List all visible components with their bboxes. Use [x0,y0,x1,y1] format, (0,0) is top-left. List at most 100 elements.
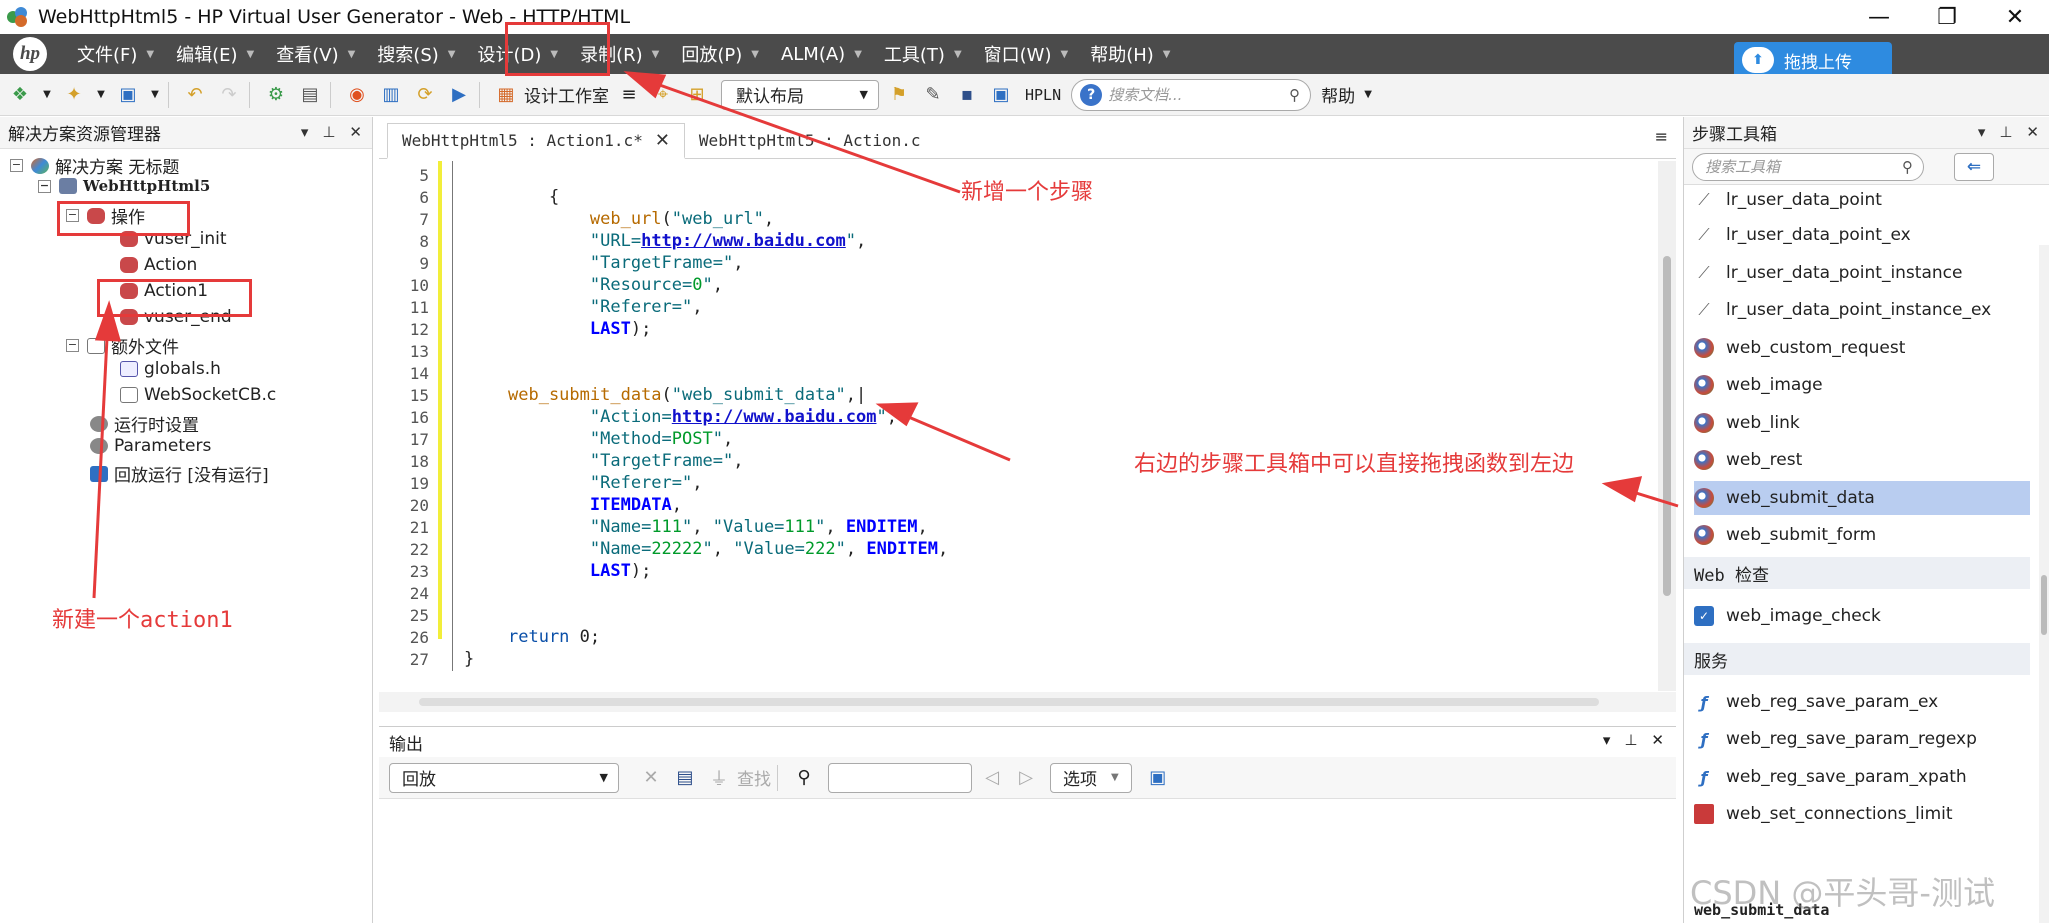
close-icon[interactable]: ✕ [349,123,362,141]
tree-solution[interactable]: − 解决方案 无标题 [10,153,179,178]
menu-edit[interactable]: 编辑(E) ▼ [176,41,254,67]
panel-menu-icon[interactable]: ▾ [1978,123,1986,141]
line-number: 26 [409,627,429,647]
close-icon[interactable]: ✕ [1651,731,1664,749]
search-icon[interactable]: ⚲ [790,764,818,792]
pin-icon[interactable]: ⊥ [1624,731,1637,749]
toolbox-search-input[interactable]: 搜索工具箱 ⚲ [1692,152,1924,181]
compile-icon[interactable]: ⚙ [262,81,290,109]
folder-icon [87,337,105,354]
step-web-set-connections-limit[interactable]: web_set_connections_limit [1694,797,2030,831]
step-web-rest[interactable]: web_rest [1694,443,2030,477]
tab-action1[interactable]: WebHttpHtml5 : Action1.c* ✕ [387,123,685,159]
find-button[interactable]: 查找 [737,765,771,790]
redo-icon[interactable]: ↷ [215,81,243,109]
chevron-down-icon: ▼ [1111,772,1119,783]
save-icon[interactable]: ▣ [114,81,142,109]
menu-tools[interactable]: 工具(T) ▼ [884,41,962,67]
editor-vertical-scrollbar[interactable] [1658,161,1676,691]
hpln-button[interactable]: HPLN [1025,86,1061,104]
transaction-icon[interactable]: ⌖ [649,81,677,109]
pen-icon[interactable]: ✎ [919,81,947,109]
tree-project[interactable]: − WebHttpHtml5 [38,177,210,195]
clear-icon[interactable]: ✕ [637,764,665,792]
replay-icon[interactable]: ▶ [445,81,473,109]
correlate-icon[interactable]: ⟳ [411,81,439,109]
tree-parameters[interactable]: Parameters [90,436,211,456]
output-search-input[interactable] [828,762,972,793]
step-lr-user-data-point-instance[interactable]: ⟋ lr_user_data_point_instance [1694,256,2030,290]
options-button[interactable]: 选项 ▼ [1050,762,1132,793]
align-icon[interactable]: ≡ [615,81,643,109]
code-area[interactable]: 5 6 { 7 web_url("web_url", 8 "URL=http:/… [379,161,1676,691]
tab-action[interactable]: WebHttpHtml5 : Action.c [685,122,935,158]
output-source-select[interactable]: 回放 ▼ [389,762,619,793]
layout-select[interactable]: 默认布局 ▼ [721,79,879,110]
copy-icon[interactable]: ▤ [671,764,699,792]
step-web-submit-data[interactable]: web_submit_data [1694,481,2030,515]
tree-action-action[interactable]: Action [120,255,197,275]
tree-runtime-settings[interactable]: 运行时设置 [90,411,199,436]
menu-alm[interactable]: ALM(A) ▼ [781,44,862,65]
undo-icon[interactable]: ↶ [181,81,209,109]
editor-horizontal-scrollbar[interactable] [379,692,1676,712]
close-button[interactable]: ✕ [1981,0,2049,34]
category-service[interactable]: 服务 [1684,643,2030,675]
filter-icon[interactable]: ⏚ [705,764,733,792]
panel-menu-icon[interactable]: ▾ [1603,731,1611,749]
step-lr-user-data-point-ex[interactable]: ⟋ lr_user_data_point_ex [1694,218,2030,252]
dropdown-arrow-icon[interactable]: ▼ [148,81,162,109]
window-icon[interactable]: ▣ [987,81,1015,109]
save-output-icon[interactable]: ▣ [1144,764,1172,792]
prev-icon[interactable]: ◁ [978,764,1006,792]
step-lr-user-data-point[interactable]: ⟋ lr_user_data_point [1694,183,2030,217]
grid-icon[interactable]: ▪ [953,81,981,109]
close-tab-icon[interactable]: ✕ [655,130,670,151]
menu-file[interactable]: 文件(F) ▼ [77,41,154,67]
param-icon[interactable]: ⊞ [683,81,711,109]
new-solution-icon[interactable]: ❖ [6,81,34,109]
tree-replay-run[interactable]: 回放运行 [没有运行] [90,461,269,486]
dropdown-arrow-icon[interactable]: ▼ [1361,81,1375,109]
dropdown-arrow-icon[interactable]: ▼ [94,81,108,109]
toolbox-scrollbar[interactable] [2039,245,2049,923]
next-icon[interactable]: ▷ [1012,764,1040,792]
scan-icon[interactable]: ▥ [377,81,405,109]
step-lr-user-data-point-instance-ex[interactable]: ⟋ lr_user_data_point_instance_ex [1694,293,2030,327]
minimize-button[interactable]: — [1845,0,1913,34]
search-docs-input[interactable]: ? 搜索文档... ⚲ [1071,78,1312,111]
tree-file-websocketcb[interactable]: WebSocketCB.c [120,385,276,405]
tab-list-menu-icon[interactable]: ≡ [1655,127,1668,146]
menu-search[interactable]: 搜索(S) ▼ [377,41,455,67]
tree-file-globals[interactable]: globals.h [120,359,221,379]
menu-view[interactable]: 查看(V) ▼ [276,41,355,67]
panel-menu-icon[interactable]: ▾ [301,123,309,141]
snapshot-icon[interactable]: ▤ [296,81,324,109]
step-web-image-check[interactable]: ✓ web_image_check [1694,599,2030,633]
help-button[interactable]: 帮助 [1321,82,1355,107]
step-web-reg-save-param-regexp[interactable]: ƒ web_reg_save_param_regexp [1694,722,2030,756]
design-studio-icon[interactable]: ▦ [492,81,520,109]
step-web-link[interactable]: web_link [1694,406,2030,440]
maximize-button[interactable]: ❐ [1913,0,1981,34]
step-web-image[interactable]: web_image [1694,368,2030,402]
drag-upload-button[interactable]: ⬆ 拖拽上传 [1734,42,1892,78]
menu-replay[interactable]: 回放(P) ▼ [681,41,759,67]
tree-extra-files-folder[interactable]: − 额外文件 [66,333,179,358]
step-web-reg-save-param-xpath[interactable]: ƒ web_reg_save_param_xpath [1694,760,2030,794]
design-studio-button[interactable]: 设计工作室 [524,82,609,107]
pin-icon[interactable]: ⊥ [1999,123,2012,141]
dropdown-arrow-icon[interactable]: ▼ [40,81,54,109]
step-web-custom-request[interactable]: web_custom_request [1694,331,2030,365]
new-script-icon[interactable]: ✦ [60,81,88,109]
category-web-check[interactable]: Web 检查 [1684,557,2030,589]
step-web-submit-form[interactable]: web_submit_form [1694,518,2030,552]
close-icon[interactable]: ✕ [2026,123,2039,141]
step-web-reg-save-param-ex[interactable]: ƒ web_reg_save_param_ex [1694,685,2030,719]
back-button[interactable]: ⇐ [1954,152,1994,181]
bookmark-icon[interactable]: ⚑ [885,81,913,109]
pin-icon[interactable]: ⊥ [322,123,335,141]
record-icon[interactable]: ◉ [343,81,371,109]
menu-window[interactable]: 窗口(W) ▼ [984,41,1069,67]
menu-help[interactable]: 帮助(H) ▼ [1090,41,1170,67]
